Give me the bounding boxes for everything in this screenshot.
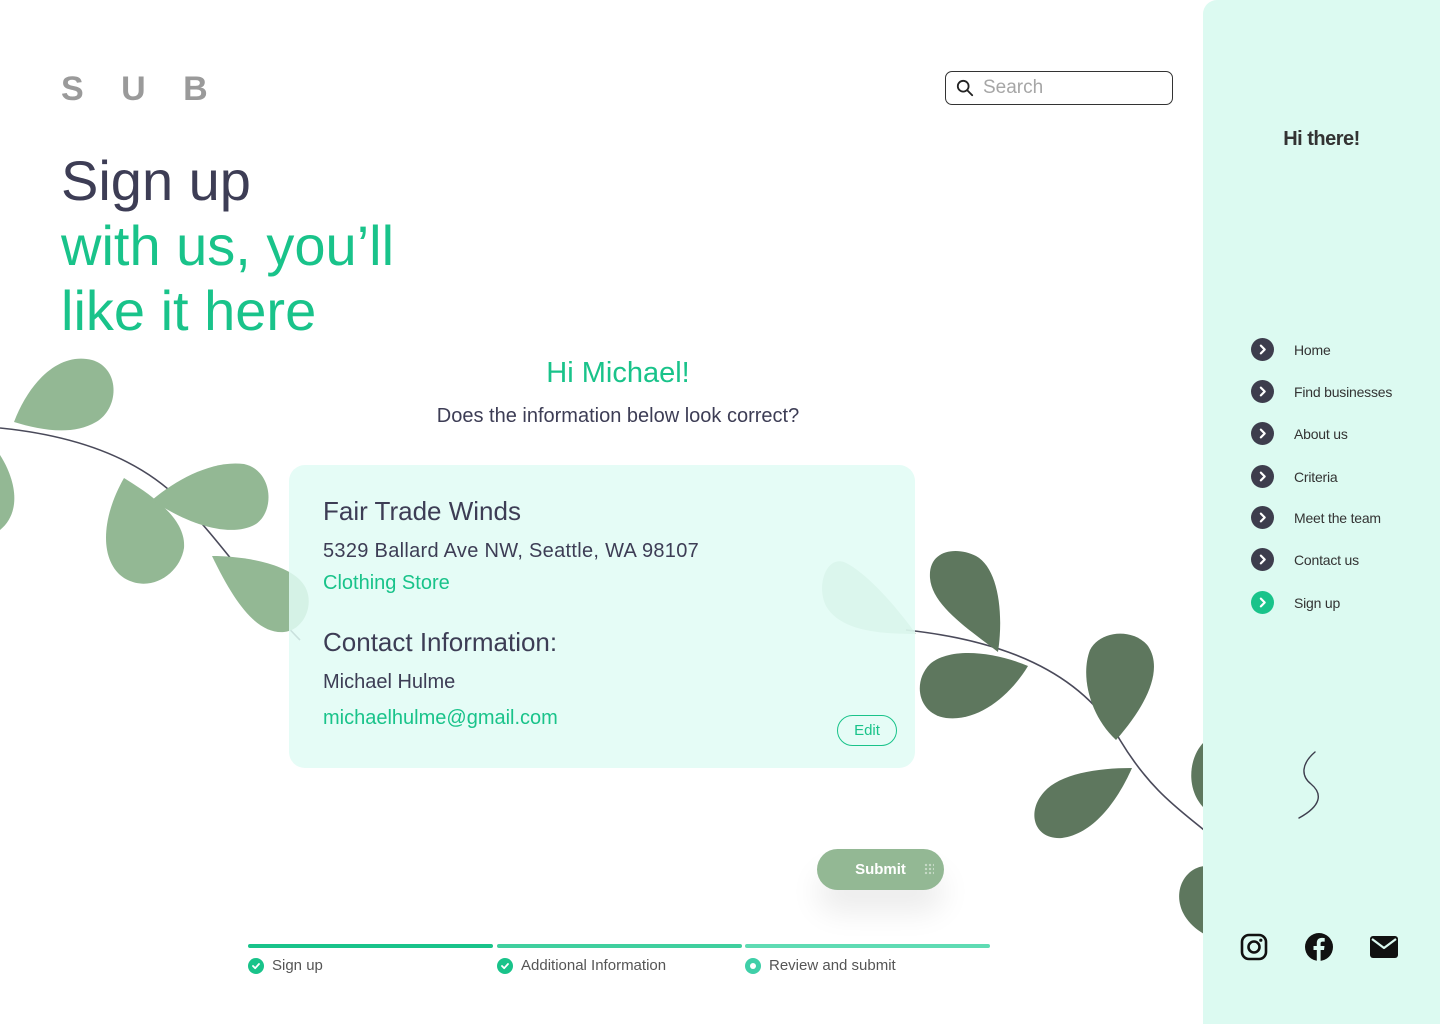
search-input[interactable] [983,77,1153,99]
nav-label: Find businesses [1294,383,1393,400]
contact-name: Michael Hulme [323,671,456,693]
step-label: Sign up [272,957,323,974]
review-greeting: Hi Michael! [546,357,690,389]
instagram-icon[interactable] [1239,932,1269,962]
nav-item-about-us[interactable]: About us [1251,422,1348,445]
nav-item-criteria[interactable]: Criteria [1251,465,1338,488]
business-category: Clothing Store [323,572,450,594]
chevron-right-icon [1251,506,1274,529]
chevron-right-icon [1251,380,1274,403]
business-address: 5329 Ballard Ave NW, Seattle, WA 98107 [323,540,700,562]
hero-line-3: like it here [61,279,317,342]
submit-button[interactable]: Submit [817,849,944,890]
nav-label: About us [1294,425,1348,442]
edit-button[interactable]: Edit [837,715,897,746]
hero-headline: Sign up with us, you’ll like it here [61,148,394,343]
mail-icon[interactable] [1369,932,1399,962]
step-label: Additional Information [521,957,667,974]
nav-item-home[interactable]: Home [1251,338,1331,361]
chevron-right-icon [1251,422,1274,445]
squiggle-decoration [1298,751,1319,819]
nav-label: Sign up [1294,594,1341,611]
step-review-and-submit: Review and submit [745,944,990,974]
chevron-right-icon [1251,591,1274,614]
submit-label: Submit [855,861,906,878]
chevron-right-icon [1251,465,1274,488]
search-box[interactable] [945,71,1173,105]
nav-item-meet-the-team[interactable]: Meet the team [1251,506,1381,529]
step-label: Review and submit [769,957,896,974]
contact-heading: Contact Information: [323,627,558,657]
chevron-right-icon [1251,338,1274,361]
nav-item-sign-up[interactable]: Sign up [1251,591,1340,614]
step-bar [745,944,990,948]
sidebar-greeting: Hi there! [1283,128,1360,150]
step-bar [248,944,493,948]
step-sign-up: Sign up [248,944,493,974]
check-circle-icon [248,957,264,974]
nav-item-find-businesses[interactable]: Find businesses [1251,380,1392,403]
business-info-card: Fair Trade Winds 5329 Ballard Ave NW, Se… [289,465,915,768]
check-circle-icon [497,957,513,974]
search-icon [956,79,974,97]
logo[interactable]: S U B [61,70,222,109]
hero-line-1: Sign up [61,149,251,212]
contact-email: michaelhulme@gmail.com [323,707,558,729]
step-additional-information: Additional Information [497,944,742,974]
nav-label: Home [1294,341,1331,358]
drag-grip-icon [924,863,934,875]
nav-item-contact-us[interactable]: Contact us [1251,548,1359,571]
hero-line-2: with us, you’ll [61,214,395,277]
chevron-right-icon [1251,548,1274,571]
nav-label: Criteria [1294,468,1338,485]
nav-label: Contact us [1294,551,1359,568]
sidebar: Hi there! Home Find businesses About us … [1203,0,1440,1024]
step-bar [497,944,742,948]
nav-label: Meet the team [1294,509,1381,526]
current-step-icon [745,957,761,974]
facebook-icon[interactable] [1304,932,1334,962]
business-name: Fair Trade Winds [323,496,521,526]
review-question: Does the information below look correct? [436,405,800,427]
